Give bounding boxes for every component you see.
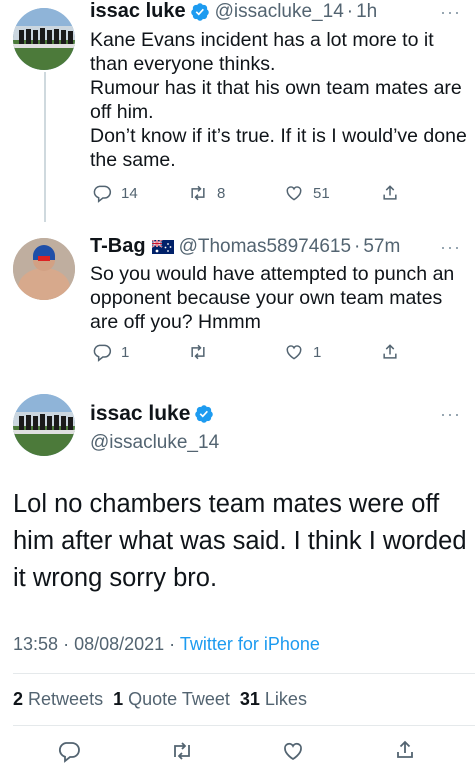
main-author-name-row[interactable]: issac luke: [90, 402, 219, 426]
quotes-count: 1: [113, 689, 124, 709]
tweet1-text-line: Rumour has it that his own team mates ar…: [90, 77, 462, 123]
tweet1-header: issac luke @issacluke_14 · 1h: [90, 0, 377, 23]
tweet2-author-name[interactable]: T-Bag: [90, 235, 146, 258]
divider: [13, 725, 475, 726]
like-icon: [286, 186, 302, 201]
main-more-button[interactable]: ···: [440, 404, 461, 425]
separator-dot: ·: [169, 634, 180, 654]
main-author-handle[interactable]: @issacluke_14: [90, 432, 219, 454]
tweet1-reply-count: 14: [121, 184, 138, 202]
share-icon: [383, 344, 397, 359]
main-tweet-meta: 13:58 · 08/08/2021 · Twitter for iPhone: [13, 634, 320, 655]
team-photo-image: [13, 8, 75, 70]
tweet1-like-button[interactable]: 51: [284, 183, 330, 203]
main-tweet-author: issac luke @issacluke_14: [90, 402, 219, 454]
australia-flag-icon: [151, 239, 174, 254]
avatar-t-bag[interactable]: [13, 238, 75, 300]
reply-icon: [93, 344, 112, 362]
retweet-icon[interactable]: [170, 739, 194, 763]
quotes-stat[interactable]: 1 Quote Tweet: [113, 689, 230, 709]
tweet2-more-button[interactable]: ···: [440, 237, 461, 258]
thread-connector-line: [44, 72, 46, 222]
tweet1-share-button[interactable]: [380, 183, 409, 203]
main-tweet-source[interactable]: Twitter for iPhone: [180, 634, 320, 654]
tweet1-reply-button[interactable]: 14: [92, 183, 138, 203]
like-icon: [286, 345, 302, 360]
tweet2-like-count: 1: [313, 343, 322, 361]
verified-icon: [195, 405, 214, 423]
quotes-label: Quote Tweet: [128, 689, 230, 709]
retweets-stat[interactable]: 2 Retweets: [13, 689, 103, 709]
main-tweet-text: Lol no chambers team mates were off him …: [13, 490, 467, 592]
tweet1-text: Kane Evans incident has a lot more to it…: [90, 28, 470, 172]
tweet1-more-button[interactable]: ···: [440, 2, 461, 23]
tweet1-text-line: Don’t know if it’s true. If it is I woul…: [90, 125, 467, 171]
main-tweet-stats: 2 Retweets 1 Quote Tweet 31 Likes: [13, 689, 307, 710]
main-author-name[interactable]: issac luke: [90, 402, 190, 426]
separator-dot: ·: [354, 235, 361, 257]
retweet-icon: [191, 185, 205, 201]
separator-dot: ·: [346, 0, 354, 22]
tweet1-retweet-count: 8: [217, 184, 226, 202]
reply-icon[interactable]: [57, 739, 81, 763]
tweet2-handle[interactable]: @Thomas58974615: [179, 236, 351, 258]
tweet1-time[interactable]: 1h: [356, 1, 377, 23]
avatar-issac-luke-main[interactable]: [13, 394, 75, 456]
tweet2-reply-button[interactable]: 1: [92, 342, 129, 362]
like-icon[interactable]: [281, 739, 305, 763]
separator-dot: ·: [63, 634, 75, 654]
profile-photo-image: [13, 238, 75, 300]
tweet2-header: T-Bag @Thomas58974615 · 57m: [90, 235, 400, 258]
retweets-count: 2: [13, 689, 24, 709]
likes-count: 31: [239, 689, 260, 709]
likes-label: Likes: [264, 689, 307, 709]
reply-icon: [93, 185, 112, 203]
divider: [13, 673, 475, 674]
tweet2-share-button[interactable]: [380, 342, 409, 362]
tweet2-like-button[interactable]: 1: [284, 342, 321, 362]
share-icon: [383, 185, 397, 200]
tweet1-retweet-button[interactable]: 8: [188, 183, 225, 203]
team-photo-image: [13, 394, 75, 456]
share-icon[interactable]: [393, 738, 417, 762]
tweet2-time[interactable]: 57m: [363, 236, 400, 258]
tweet1-like-count: 51: [313, 184, 330, 202]
tweet1-handle[interactable]: @issacluke_14: [215, 1, 344, 23]
tweet1-author-name[interactable]: issac luke: [90, 0, 186, 23]
avatar-issac-luke[interactable]: [13, 8, 75, 70]
tweet2-retweet-button[interactable]: [188, 342, 217, 362]
likes-stat[interactable]: 31 Likes: [240, 689, 307, 709]
main-tweet-time[interactable]: 13:58: [13, 634, 58, 654]
main-tweet-date[interactable]: 08/08/2021: [74, 634, 164, 654]
tweet1-text-line: Kane Evans incident has a lot more to it…: [90, 29, 434, 75]
tweet2-text: So you would have attempted to punch an …: [90, 263, 455, 333]
retweet-icon: [191, 344, 205, 360]
tweet2-reply-count: 1: [121, 343, 130, 361]
retweets-label: Retweets: [28, 689, 104, 709]
verified-icon: [190, 2, 209, 21]
